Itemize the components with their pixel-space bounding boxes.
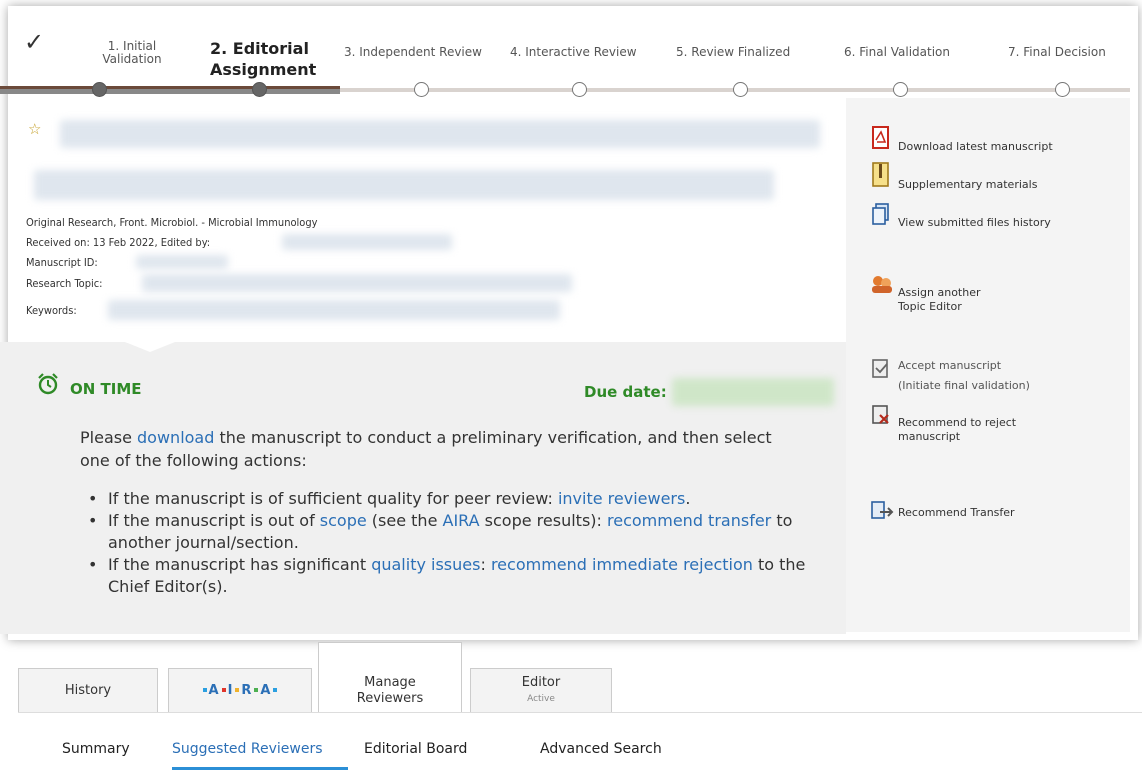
- instructions-text: Please download the manuscript to conduc…: [80, 428, 772, 470]
- list-item: If the manuscript is of sufficient quali…: [88, 488, 828, 510]
- article-type: Original Research, Front. Microbiol. - M…: [26, 216, 318, 229]
- action-label: Supplementary materials: [898, 178, 1038, 191]
- step-label: 3. Independent Review: [344, 45, 482, 59]
- due-date: Due date:: [584, 383, 667, 401]
- recommend-rejection-link[interactable]: recommend immediate rejection: [491, 555, 753, 574]
- redacted-title: [60, 120, 820, 148]
- progress-track-done-line: [0, 86, 340, 89]
- step-independent-review[interactable]: 3. Independent Review: [344, 46, 482, 59]
- step-interactive-review[interactable]: 4. Interactive Review: [510, 46, 637, 59]
- list-item: If the manuscript is out of scope (see t…: [88, 510, 828, 554]
- due-date-label: Due date:: [584, 383, 667, 401]
- step-dot-7: [1055, 82, 1070, 97]
- tab-aira[interactable]: AIRA: [168, 668, 312, 712]
- step-editorial-assignment[interactable]: 2. Editorial Assignment: [210, 38, 330, 80]
- redacted-keywords: [108, 300, 560, 320]
- research-topic-line: Research Topic:: [26, 277, 103, 290]
- subnav-advanced-search[interactable]: Advanced Search: [540, 741, 662, 757]
- action-options-list: If the manuscript is of sufficient quali…: [88, 488, 828, 598]
- step-dot-2: [252, 82, 267, 97]
- reviewers-subnav: Summary Suggested Reviewers Editorial Bo…: [18, 712, 1142, 774]
- action-label: Recommend to reject manuscript: [898, 416, 1017, 443]
- redacted-manuscript-id: [136, 255, 228, 269]
- accept-manuscript-action[interactable]: Accept manuscript (Initiate final valida…: [870, 356, 1030, 396]
- action-label: Download latest manuscript: [898, 140, 1053, 153]
- workflow-progress: ✓ 1. Initial Validation 2. Editorial Ass…: [0, 0, 1130, 97]
- completed-check-icon: ✓: [24, 28, 45, 56]
- assign-topic-editor-action[interactable]: Assign another Topic Editor: [870, 274, 981, 314]
- action-label: View submitted files history: [898, 216, 1051, 229]
- step-label: 4. Interactive Review: [510, 45, 637, 59]
- subnav-editorial-board[interactable]: Editorial Board: [364, 741, 467, 757]
- files-history-icon: [870, 202, 890, 225]
- invite-reviewers-link[interactable]: invite reviewers: [558, 489, 685, 508]
- step-label: 7. Final Decision: [1008, 45, 1106, 59]
- scope-link[interactable]: scope: [320, 511, 367, 530]
- pdf-icon: [870, 126, 890, 149]
- redacted-authors: [34, 170, 774, 200]
- action-label: Assign another Topic Editor: [898, 286, 981, 313]
- tab-label: Manage Reviewers: [356, 674, 424, 706]
- recommend-transfer-link[interactable]: recommend transfer: [607, 511, 771, 530]
- panel-pointer: [110, 336, 190, 352]
- tab-label: History: [64, 682, 112, 698]
- files-history-action[interactable]: View submitted files history: [870, 202, 1051, 230]
- recommend-transfer-action[interactable]: Recommend Transfer: [870, 500, 1015, 522]
- step-review-finalized[interactable]: 5. Review Finalized: [676, 46, 790, 59]
- recommend-reject-action[interactable]: Recommend to reject manuscript: [870, 404, 1016, 444]
- quality-issues-link[interactable]: quality issues: [371, 555, 480, 574]
- keywords-line: Keywords:: [26, 304, 77, 317]
- action-label: Accept manuscript (Initiate final valida…: [898, 359, 1030, 392]
- subnav-summary[interactable]: Summary: [62, 741, 130, 757]
- redacted-research-topic: [142, 274, 572, 292]
- redacted-editor: [282, 234, 452, 250]
- aira-link[interactable]: AIRA: [443, 511, 480, 530]
- aira-logo: AIRA: [201, 683, 280, 699]
- download-manuscript-action[interactable]: Download latest manuscript: [870, 126, 1053, 154]
- reject-icon: [870, 404, 890, 426]
- step-dot-1: [92, 82, 107, 97]
- action-label: Recommend Transfer: [898, 506, 1015, 519]
- favorite-star-icon[interactable]: ☆: [28, 120, 41, 138]
- transfer-icon: [870, 500, 894, 522]
- alarm-clock-icon: [36, 372, 60, 400]
- step-dot-6: [893, 82, 908, 97]
- step-final-validation[interactable]: 6. Final Validation: [844, 46, 950, 59]
- tab-history[interactable]: History: [18, 668, 158, 712]
- active-subnav-indicator: [172, 767, 348, 770]
- zip-icon: [870, 162, 890, 187]
- tab-status: Active: [527, 693, 555, 704]
- manuscript-id-line: Manuscript ID:: [26, 256, 98, 269]
- step-final-decision[interactable]: 7. Final Decision: [1008, 46, 1106, 59]
- step-dot-5: [733, 82, 748, 97]
- tab-label: Editor: [521, 674, 561, 690]
- redacted-due-date: [672, 378, 834, 406]
- step-label: 2. Editorial Assignment: [210, 39, 317, 79]
- tab-bar: History AIRA Manage Reviewers Editor Act…: [18, 642, 1142, 712]
- tab-editor[interactable]: Editor Active: [470, 668, 612, 712]
- tab-manage-reviewers[interactable]: Manage Reviewers: [318, 642, 462, 712]
- step-dot-4: [572, 82, 587, 97]
- status-indicator: ON TIME: [36, 372, 142, 400]
- step-label: 1. Initial Validation: [102, 39, 162, 66]
- assign-editor-icon: [870, 274, 892, 296]
- step-initial-validation[interactable]: 1. Initial Validation: [92, 40, 172, 66]
- received-line: Received on: 13 Feb 2022, Edited by:: [26, 236, 211, 249]
- step-dot-3: [414, 82, 429, 97]
- download-link[interactable]: download: [137, 428, 214, 447]
- accept-icon: [870, 356, 890, 378]
- list-item: If the manuscript has significant qualit…: [88, 554, 828, 598]
- subnav-suggested-reviewers[interactable]: Suggested Reviewers: [172, 741, 323, 757]
- step-label: 5. Review Finalized: [676, 45, 791, 59]
- step-label: 6. Final Validation: [844, 45, 950, 59]
- supplementary-materials-action[interactable]: Supplementary materials: [870, 162, 1037, 192]
- status-label: ON TIME: [70, 380, 142, 398]
